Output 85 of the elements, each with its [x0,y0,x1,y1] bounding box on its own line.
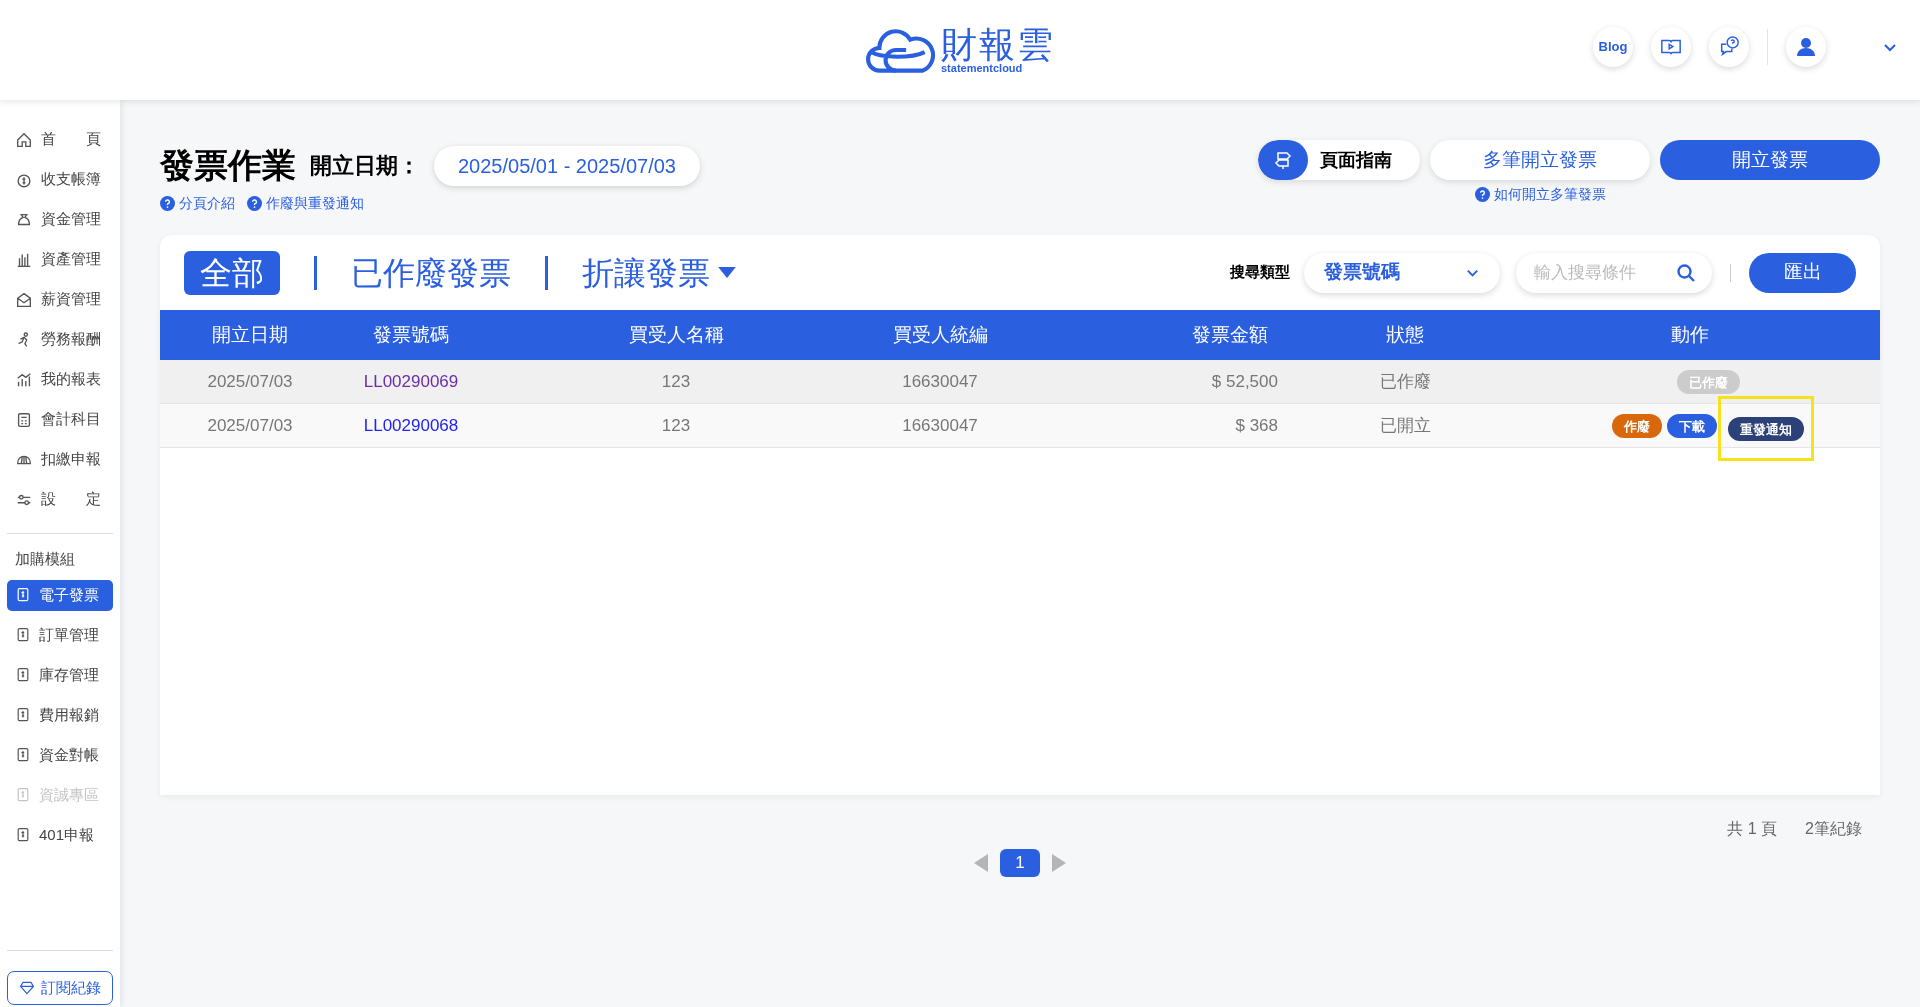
sidebar-item[interactable]: 資產管理 [7,244,113,275]
sidebar-item[interactable]: 薪資管理 [7,284,113,315]
help-link[interactable]: 如何開立多筆發票 [1474,184,1606,205]
receipt-icon [15,586,31,604]
table-cell-text: 2025/07/03 [206,370,294,393]
column-header: 發票金額 [1191,322,1269,347]
blog-button[interactable]: Blog [1593,27,1633,67]
receipt-icon [15,666,31,684]
help-icon [160,196,175,211]
user-icon [1794,35,1818,59]
subscription-button[interactable]: 訂閱紀錄 [7,971,113,1005]
record-count: 2筆紀錄 [1805,819,1862,839]
help-icon [247,196,262,211]
bar-chart-icon [15,370,33,389]
sidebar-item[interactable]: 訂單管理 [7,619,113,651]
date-range-field[interactable]: 2025/05/01 - 2025/07/03 [434,145,700,186]
table-cell-text: $ 52,500 [1210,370,1279,393]
status-cell-text: 已作廢 [1378,370,1432,393]
support-button[interactable] [1709,27,1749,67]
search-field[interactable]: 輸入搜尋條件 [1516,252,1712,293]
filter-tab[interactable]: 全部 [184,250,280,295]
date-label: 開立日期： [310,152,420,180]
logo-subtext: statementcloud [941,62,1023,74]
table-cell-text: 2025/07/03 [206,414,294,437]
signpost-icon [1273,150,1293,170]
filter-tab[interactable]: 折讓發票 [582,250,736,295]
sidebar-item[interactable]: 首 頁 [7,124,113,155]
table-cell-text: $ 368 [1234,414,1279,437]
table-cell-text: 16630047 [901,414,979,437]
export-button[interactable]: 匯出 [1749,252,1856,293]
sidebar-item[interactable]: 資金對帳 [7,739,113,771]
section-title: 加購模組 [14,549,76,569]
column-header: 發票號碼 [372,322,450,347]
search-type-label: 搜尋類型 [1230,262,1290,283]
table-cell-text: 16630047 [901,370,979,393]
column-header: 買受人統編 [891,322,989,347]
sidebar-item[interactable]: 我的報表 [7,364,113,395]
sidebar-item[interactable]: 設 定 [7,484,113,515]
action-button[interactable]: 下載 [1667,414,1717,439]
chat-question-icon [1718,36,1740,58]
account-button[interactable] [1786,27,1826,67]
page-title: 發票作業 [160,145,296,186]
column-header: 買受人名稱 [627,322,725,347]
diamond-icon [19,980,35,996]
sidebar-item[interactable]: 會計科目 [7,404,113,435]
logo-text: 財報雲 [941,26,1055,63]
receipt-icon [15,746,31,764]
column-header: 開立日期 [211,322,289,347]
search-type-select[interactable]: 發票號碼 [1304,252,1500,293]
video-guide-button[interactable] [1651,27,1691,67]
envelope-icon [15,290,33,309]
search-icon [1676,262,1696,283]
help-link[interactable]: 分頁介紹 [160,193,235,214]
sidebar-item[interactable]: 扣繳申報 [7,444,113,475]
sidebar-item[interactable]: 庫存管理 [7,659,113,691]
help-link[interactable]: 作廢與重發通知 [247,193,364,214]
receipt-icon [15,706,31,724]
caret-down-icon [718,267,736,278]
filter-tab[interactable]: 已作廢發票 [351,250,511,295]
sidebar-item[interactable]: 401申報 [7,819,113,851]
action-button[interactable]: 重發通知 [1728,417,1804,442]
sidebar-item[interactable]: 收支帳簿 [7,164,113,195]
receipt-icon [15,786,31,804]
invoice-number-link[interactable]: LL00290069 [340,368,482,395]
sidebar-item[interactable]: 資金管理 [7,204,113,235]
page-button[interactable]: 1 [1000,849,1040,877]
status-cell-text: 已開立 [1378,414,1432,437]
page-count: 共 1 頁 [1727,819,1778,839]
column-header: 狀態 [1385,322,1425,347]
calculator-icon [15,410,33,429]
home-icon [15,130,33,149]
sidebar-item[interactable]: 勞務報酬 [7,324,113,355]
sidebar-item[interactable]: 電子發票 [7,579,113,611]
sidebar-item[interactable]: 費用報銷 [7,699,113,731]
batch-issue-button[interactable]: 多筆開立發票 [1430,140,1650,180]
page-guide-button[interactable]: 頁面指南 [1258,140,1420,180]
action-button[interactable]: 作廢 [1612,414,1662,439]
issue-invoice-button[interactable]: 開立發票 [1660,140,1880,180]
table-cell-text: 123 [660,414,692,437]
help-icon [1474,187,1490,202]
receipt-icon [15,826,31,844]
invoice-number-link[interactable]: LL00290068 [340,412,482,439]
column-header: 動作 [1670,322,1710,347]
table-cell-text: 123 [660,370,692,393]
receipt-icon [15,626,31,644]
